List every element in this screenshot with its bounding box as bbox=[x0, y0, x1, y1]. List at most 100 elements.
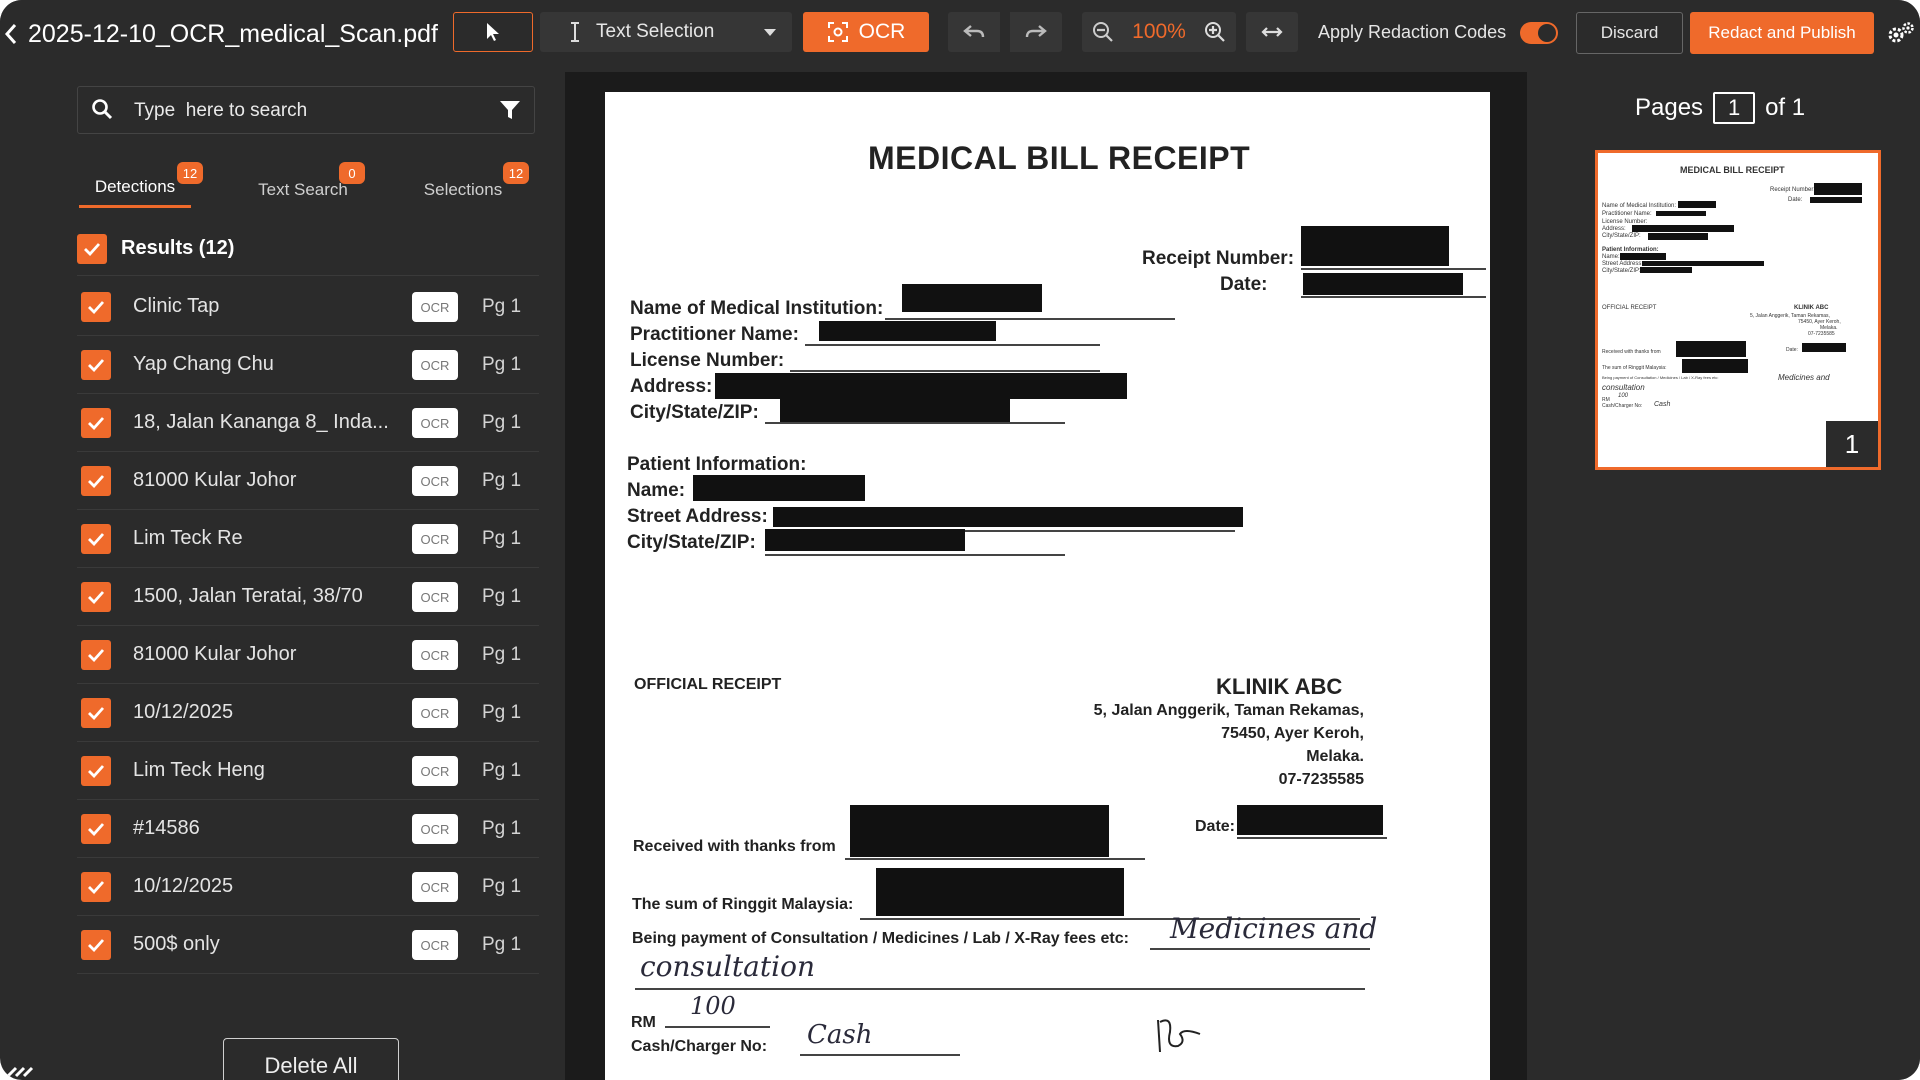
redaction-box-received-from[interactable] bbox=[850, 805, 1109, 857]
tab-detections[interactable]: Detections 12 bbox=[79, 162, 203, 208]
result-row[interactable]: Lim Teck Heng OCR Pg 1 bbox=[77, 742, 539, 800]
redaction-box-date[interactable] bbox=[1303, 273, 1463, 295]
underline bbox=[845, 858, 1145, 860]
result-row[interactable]: Clinic Tap OCR Pg 1 bbox=[77, 278, 539, 336]
thumbnail-clinic-name: KLINIK ABC bbox=[1794, 305, 1829, 311]
result-checkbox[interactable] bbox=[81, 465, 111, 496]
zoom-out-icon bbox=[1093, 22, 1113, 42]
document-page[interactable]: MEDICAL BILL RECEIPT Receipt Number: Dat… bbox=[605, 92, 1490, 1080]
tab-selections[interactable]: Selections 12 bbox=[405, 162, 529, 208]
search-input[interactable] bbox=[134, 95, 474, 127]
zoom-out-button[interactable] bbox=[1082, 12, 1124, 52]
result-row[interactable]: 81000 Kular Johor OCR Pg 1 bbox=[77, 626, 539, 684]
undo-button[interactable] bbox=[948, 12, 1000, 52]
redaction-box-institution[interactable] bbox=[902, 284, 1042, 312]
text-selection-label: Text Selection bbox=[596, 21, 715, 42]
text-selection-dropdown[interactable]: Text Selection bbox=[540, 12, 792, 52]
zoom-level[interactable]: 100% bbox=[1124, 12, 1194, 52]
redaction-box-street[interactable] bbox=[773, 507, 1243, 527]
ocr-source-tag: OCR bbox=[412, 640, 458, 670]
check-icon bbox=[88, 416, 105, 430]
collapse-panel-icon[interactable] bbox=[4, 1058, 38, 1078]
thumbnail-redaction bbox=[1682, 359, 1748, 373]
clinic-phone: 07-7235585 bbox=[1278, 771, 1364, 788]
thumbnail-redaction bbox=[1640, 267, 1692, 273]
results-header: Results (12) bbox=[77, 222, 539, 276]
result-row[interactable]: 10/12/2025 OCR Pg 1 bbox=[77, 858, 539, 916]
result-page: Pg 1 bbox=[482, 760, 522, 781]
result-row[interactable]: 18, Jalan Kananga 8_ Inda... OCR Pg 1 bbox=[77, 394, 539, 452]
tab-text-search[interactable]: Text Search 0 bbox=[243, 162, 365, 208]
tab-text-search-count: 0 bbox=[339, 162, 365, 184]
zoom-in-button[interactable] bbox=[1194, 12, 1236, 52]
page-thumbnail[interactable]: MEDICAL BILL RECEIPT Receipt Number: Dat… bbox=[1595, 150, 1881, 470]
text-cursor-icon bbox=[571, 22, 579, 42]
check-icon bbox=[88, 532, 105, 546]
thumbnail-address-label: Address: bbox=[1602, 226, 1626, 232]
result-checkbox[interactable] bbox=[81, 407, 111, 438]
result-row[interactable]: #14586 OCR Pg 1 bbox=[77, 800, 539, 858]
redact-and-publish-button[interactable]: Redact and Publish bbox=[1690, 12, 1874, 54]
redaction-box-practitioner[interactable] bbox=[819, 321, 996, 341]
thumbnail-redaction bbox=[1642, 261, 1764, 266]
result-row[interactable]: Lim Teck Re OCR Pg 1 bbox=[77, 510, 539, 568]
page-thumbnail-rail: Pages of 1 MEDICAL BILL RECEIPT Receipt … bbox=[1527, 72, 1920, 1080]
fit-width-button[interactable] bbox=[1246, 12, 1298, 52]
result-checkbox[interactable] bbox=[81, 929, 111, 960]
license-label: License Number: bbox=[630, 350, 785, 371]
back-arrow-icon[interactable] bbox=[0, 18, 22, 50]
ocr-source-tag: OCR bbox=[412, 582, 458, 612]
result-row[interactable]: 500$ only OCR Pg 1 bbox=[77, 916, 539, 974]
redaction-box-date2[interactable] bbox=[1237, 805, 1383, 835]
result-page: Pg 1 bbox=[482, 644, 522, 665]
discard-button[interactable]: Discard bbox=[1576, 12, 1683, 54]
apply-redaction-codes-toggle[interactable] bbox=[1520, 22, 1558, 44]
result-checkbox[interactable] bbox=[81, 523, 111, 554]
redaction-box-patient-name[interactable] bbox=[693, 475, 865, 501]
settings-gear-icon[interactable] bbox=[1884, 16, 1918, 50]
result-checkbox[interactable] bbox=[81, 813, 111, 844]
ocr-button[interactable]: OCR bbox=[803, 12, 929, 52]
thumbnail-cash-value: Cash bbox=[1654, 401, 1671, 408]
underline bbox=[790, 370, 1100, 372]
result-text: 500$ only bbox=[133, 933, 220, 955]
check-icon bbox=[88, 880, 105, 894]
result-checkbox[interactable] bbox=[81, 755, 111, 786]
search-box bbox=[77, 86, 535, 134]
result-text: 81000 Kular Johor bbox=[133, 643, 297, 665]
result-checkbox[interactable] bbox=[81, 291, 111, 322]
result-checkbox[interactable] bbox=[81, 697, 111, 728]
thumbnail-received-label: Received with thanks from bbox=[1602, 349, 1661, 355]
thumbnail-redaction bbox=[1810, 197, 1862, 203]
redaction-box-sum[interactable] bbox=[876, 868, 1124, 916]
check-icon bbox=[88, 938, 105, 952]
result-checkbox[interactable] bbox=[81, 639, 111, 670]
page-total-label: of 1 bbox=[1765, 94, 1806, 121]
thumbnail-cash-label: Cash/Charger No: bbox=[1602, 403, 1643, 409]
select-all-checkbox[interactable] bbox=[77, 233, 107, 264]
result-checkbox[interactable] bbox=[81, 581, 111, 612]
result-checkbox[interactable] bbox=[81, 349, 111, 380]
delete-all-button[interactable]: Delete All bbox=[223, 1038, 399, 1080]
redaction-box-patient-city[interactable] bbox=[765, 529, 965, 551]
result-row[interactable]: 1500, Jalan Teratai, 38/70 OCR Pg 1 bbox=[77, 568, 539, 626]
thumbnail-redaction bbox=[1802, 343, 1846, 352]
result-row[interactable]: 10/12/2025 OCR Pg 1 bbox=[77, 684, 539, 742]
ocr-source-tag: OCR bbox=[412, 524, 458, 554]
thumbnail-sum-label: The sum of Ringgit Malaysia: bbox=[1602, 365, 1667, 371]
thumbnail-street-label: Street Address: bbox=[1602, 261, 1644, 267]
page-number-input[interactable] bbox=[1713, 92, 1756, 124]
tab-selections-count: 12 bbox=[503, 162, 529, 184]
redaction-box-city[interactable] bbox=[780, 396, 1010, 424]
result-row[interactable]: 81000 Kular Johor OCR Pg 1 bbox=[77, 452, 539, 510]
pointer-tool-button[interactable] bbox=[453, 12, 533, 52]
redaction-box-receipt-number[interactable] bbox=[1301, 226, 1449, 266]
tab-selections-label: Selections bbox=[423, 180, 503, 199]
result-page: Pg 1 bbox=[482, 354, 522, 375]
ocr-source-tag: OCR bbox=[412, 930, 458, 960]
result-checkbox[interactable] bbox=[81, 871, 111, 902]
filter-icon[interactable] bbox=[498, 99, 522, 121]
result-row[interactable]: Yap Chang Chu OCR Pg 1 bbox=[77, 336, 539, 394]
redo-button[interactable] bbox=[1010, 12, 1062, 52]
thumbnail-date-label: Date: bbox=[1788, 197, 1803, 203]
